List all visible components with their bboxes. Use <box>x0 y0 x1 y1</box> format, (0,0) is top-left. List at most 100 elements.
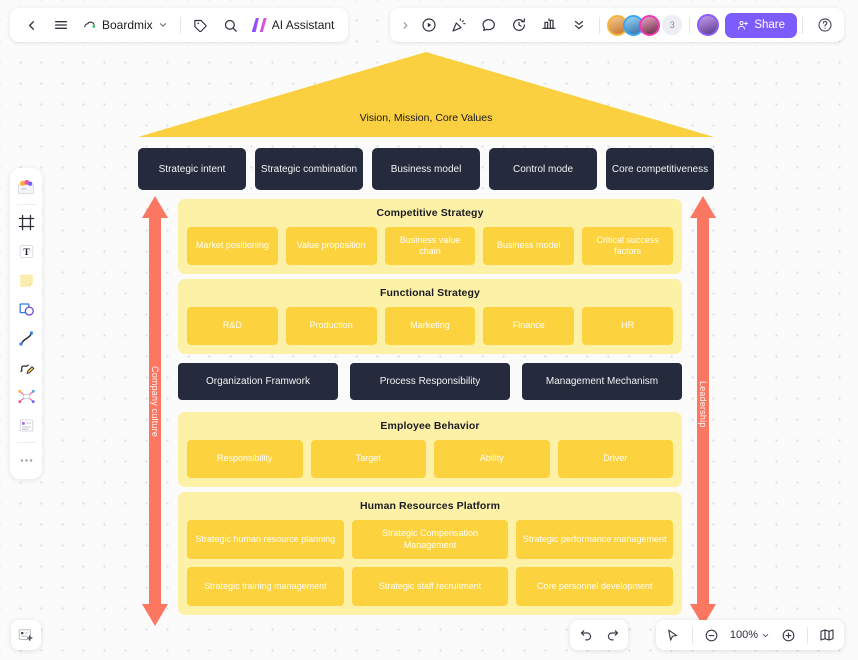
zoom-level-selector[interactable]: 100% <box>726 623 774 647</box>
organization-card[interactable]: Process Responsibility <box>350 363 510 400</box>
company-culture-label: Company culture <box>150 366 160 438</box>
card-row: Strategic training management Strategic … <box>187 567 674 606</box>
shapes-icon[interactable] <box>12 295 40 323</box>
tag-icon[interactable] <box>186 11 216 39</box>
organization-card[interactable]: Organization Framwork <box>178 363 338 400</box>
panel-title: Employee Behavior <box>380 420 480 432</box>
divider <box>16 442 36 443</box>
divider <box>802 16 803 34</box>
help-icon[interactable] <box>812 12 838 38</box>
roof-triangle[interactable] <box>138 52 714 137</box>
organization-card[interactable]: Management Mechanism <box>522 363 682 400</box>
template-icon[interactable] <box>12 173 40 201</box>
function-card[interactable]: R&D <box>187 307 278 345</box>
boardmix-canvas-app: Vision, Mission, Core Values Strategic i… <box>0 0 858 660</box>
leadership-label: Leadership <box>698 381 708 428</box>
strategy-pillar-row: Strategic intent Strategic combination B… <box>138 148 714 190</box>
function-card[interactable]: HR <box>582 307 673 345</box>
panel-title: Competitive Strategy <box>376 207 484 219</box>
celebrate-icon[interactable] <box>444 11 474 39</box>
strategy-pyramid-diagram: Vision, Mission, Core Values Strategic i… <box>0 0 858 660</box>
panel-title: Functional Strategy <box>380 287 480 299</box>
card-row: Strategic human resource planning Strate… <box>187 520 674 559</box>
pillar-card[interactable]: Strategic intent <box>138 148 246 190</box>
collaborator-avatars[interactable]: 3 <box>605 14 684 36</box>
table-icon[interactable] <box>12 411 40 439</box>
strategy-card[interactable]: Critical success factors <box>582 227 673 265</box>
hr-card[interactable]: Strategic staff recruitment <box>351 567 509 606</box>
zoom-out-icon[interactable] <box>699 622 725 648</box>
pen-icon[interactable] <box>12 353 40 381</box>
card-row: Market positioning Value proposition Bus… <box>187 227 673 265</box>
menu-icon[interactable] <box>46 11 76 39</box>
pointer-icon[interactable] <box>660 622 686 648</box>
text-icon[interactable]: T <box>12 237 40 265</box>
chevron-double-down-icon[interactable] <box>564 11 594 39</box>
pillar-card[interactable]: Business model <box>372 148 480 190</box>
behavior-card[interactable]: Ability <box>434 440 550 478</box>
back-icon[interactable] <box>16 11 46 39</box>
pillar-card[interactable]: Core competitiveness <box>606 148 714 190</box>
minimap-icon[interactable] <box>814 622 840 648</box>
undo-icon[interactable] <box>573 622 599 648</box>
redo-icon[interactable] <box>599 622 625 648</box>
pillar-card[interactable]: Strategic combination <box>255 148 363 190</box>
panel-title: Human Resources Platform <box>359 500 501 512</box>
functional-strategy-panel[interactable]: Functional Strategy R&D Production Marke… <box>178 279 682 354</box>
leadership-arrow[interactable]: Leadership <box>690 196 716 626</box>
chevron-down-icon <box>159 23 166 27</box>
chevron-down-icon <box>762 633 769 637</box>
hr-card[interactable]: Strategic performance management <box>516 520 674 559</box>
zoom-toolbar: 100% <box>655 620 844 650</box>
function-card[interactable]: Finance <box>483 307 575 345</box>
timer-icon[interactable] <box>504 11 534 39</box>
hr-card[interactable]: Strategic human resource planning <box>187 520 344 559</box>
ai-assistant-button[interactable]: AI Assistant <box>246 11 343 39</box>
current-user-avatar[interactable] <box>697 14 720 36</box>
document-title-chip[interactable]: Boardmix <box>76 11 175 39</box>
present-icon[interactable] <box>534 11 564 39</box>
employee-behavior-panel[interactable]: Employee Behavior Responsibility Target … <box>178 412 682 487</box>
history-toolbar <box>570 620 628 650</box>
avatar[interactable] <box>639 14 661 36</box>
competitive-strategy-panel[interactable]: Competitive Strategy Market positioning … <box>178 199 682 274</box>
search-icon[interactable] <box>216 11 246 39</box>
comment-icon[interactable] <box>474 11 504 39</box>
behavior-card[interactable]: Target <box>310 440 426 478</box>
share-button[interactable]: Share <box>725 12 797 38</box>
hr-card[interactable]: Strategic training management <box>187 567 344 606</box>
ai-assistant-label: AI Assistant <box>271 18 335 32</box>
divider <box>599 16 601 34</box>
strategy-card[interactable]: Market positioning <box>187 227 278 265</box>
hr-platform-panel[interactable]: Human Resources Platform Strategic human… <box>178 492 682 615</box>
collaborator-count[interactable]: 3 <box>662 15 683 35</box>
strategy-card[interactable]: Business value chain <box>384 227 476 265</box>
record-icon[interactable] <box>414 11 444 39</box>
divider <box>16 204 36 205</box>
expand-right-icon[interactable] <box>396 11 414 39</box>
company-culture-arrow[interactable]: Company culture <box>142 196 168 626</box>
boardmix-logo-icon <box>84 21 96 28</box>
frame-icon[interactable] <box>12 208 40 236</box>
top-toolbar-left: Boardmix AI Assistant <box>10 8 349 42</box>
behavior-card[interactable]: Responsibility <box>187 440 303 478</box>
mindmap-icon[interactable] <box>12 382 40 410</box>
more-icon[interactable] <box>12 446 40 474</box>
connector-icon[interactable] <box>12 324 40 352</box>
strategy-card[interactable]: Value proposition <box>285 227 377 265</box>
roof-label: Vision, Mission, Core Values <box>359 112 493 124</box>
sticky-note-icon[interactable] <box>12 266 40 294</box>
pillar-card[interactable]: Control mode <box>489 148 597 190</box>
svg-text:T: T <box>23 247 30 257</box>
divider <box>179 16 181 34</box>
function-card[interactable]: Production <box>285 307 377 345</box>
behavior-card[interactable]: Driver <box>557 440 673 478</box>
function-card[interactable]: Marketing <box>384 307 476 345</box>
strategy-card[interactable]: Business model <box>483 227 575 265</box>
hr-card[interactable]: Core personnel development <box>516 567 674 606</box>
zoom-in-icon[interactable] <box>775 622 801 648</box>
divider <box>691 626 693 644</box>
ai-sparkle-icon <box>251 18 267 32</box>
notes-panel-button[interactable] <box>11 620 41 650</box>
hr-card[interactable]: Strategic Compensation Management <box>351 520 509 559</box>
